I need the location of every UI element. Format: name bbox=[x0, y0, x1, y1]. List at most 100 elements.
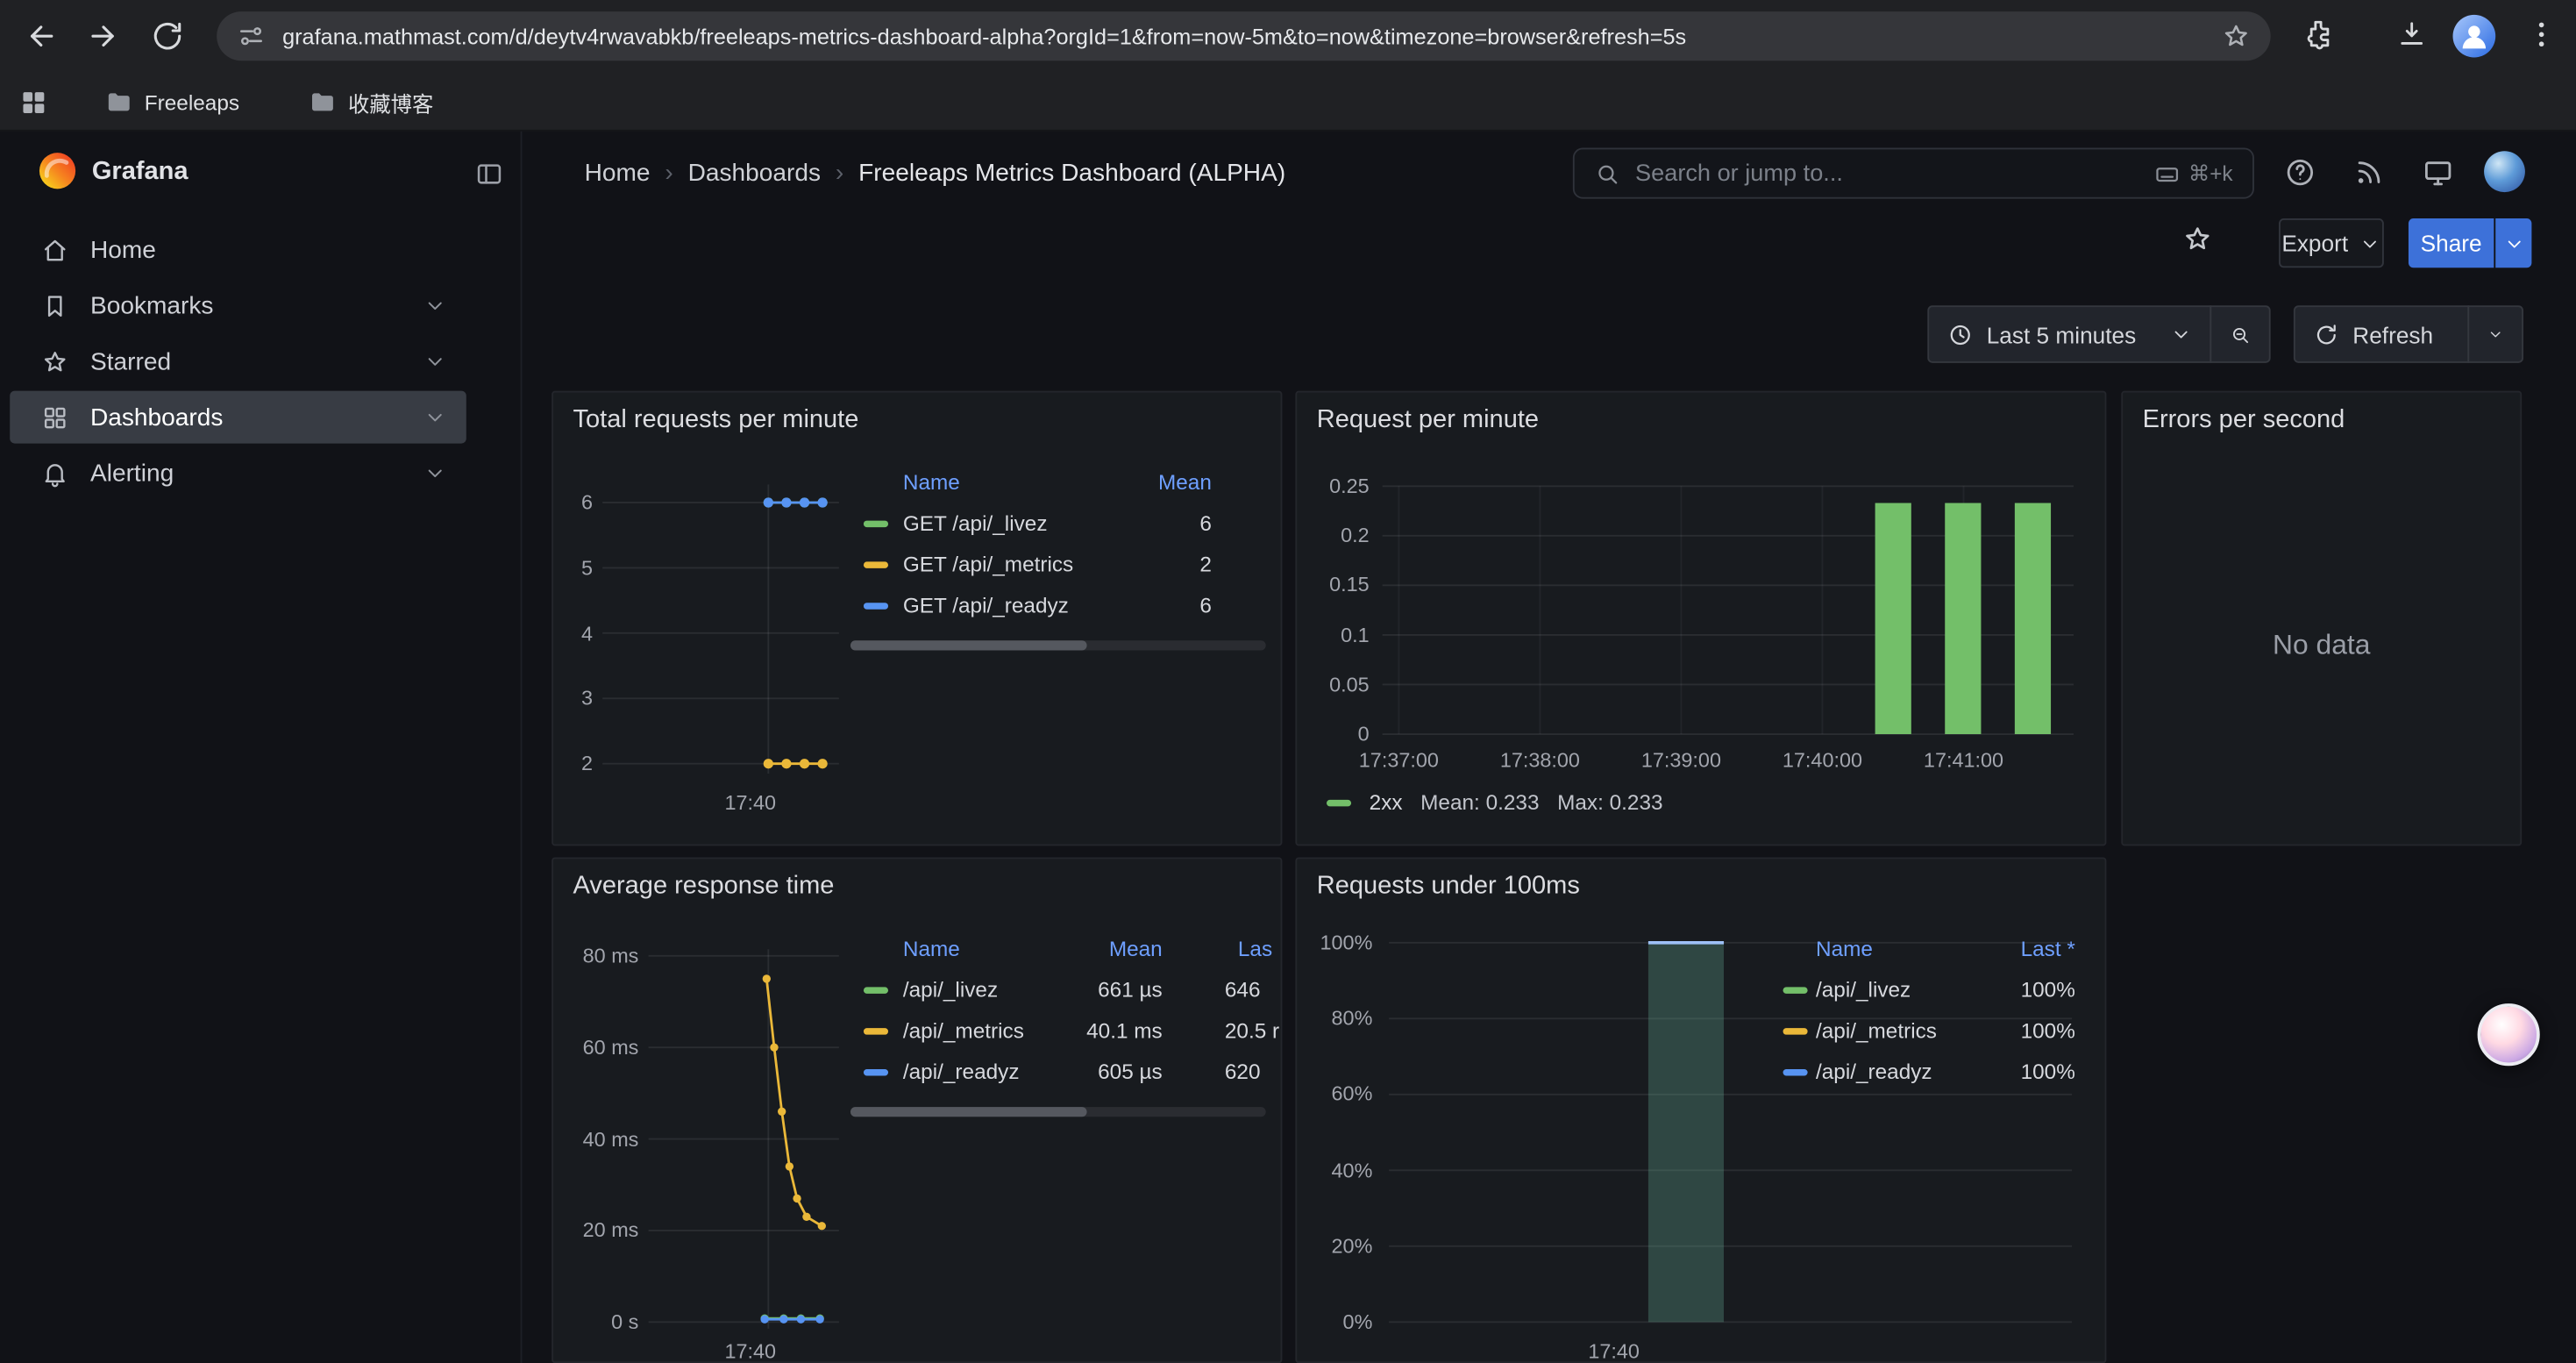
series-color-dash bbox=[1783, 1028, 1808, 1034]
browser-chrome: grafana.mathmast.com/d/deytv4rwavabkb/fr… bbox=[0, 0, 2576, 132]
series-color-dash bbox=[1783, 1069, 1808, 1075]
help-icon[interactable] bbox=[2284, 156, 2316, 189]
panel-errors-per-second: Errors per second No data bbox=[2121, 391, 2522, 846]
scrollbar-thumb[interactable] bbox=[850, 640, 1087, 650]
bookmark-folder-freeleaps[interactable]: Freeleaps bbox=[105, 83, 239, 119]
dashboard-toolbar: Export Share bbox=[522, 213, 2575, 282]
series-color-dash bbox=[864, 1028, 888, 1034]
favorite-star-icon[interactable] bbox=[2182, 224, 2214, 255]
bell-icon bbox=[41, 459, 69, 487]
user-avatar[interactable] bbox=[2484, 151, 2525, 192]
chevron-down-icon[interactable] bbox=[423, 294, 446, 317]
breadcrumb: Home › Dashboards › Freeleaps Metrics Da… bbox=[585, 160, 1286, 188]
legend-table: Name Mean GET /api/_livez 6 GET /api/_me… bbox=[850, 465, 1266, 627]
legend-col-name[interactable]: Name bbox=[1816, 936, 1873, 960]
downloads-icon[interactable] bbox=[2395, 18, 2431, 54]
legend-row[interactable]: /api/_readyz 605 µs 620 bbox=[850, 1053, 1266, 1094]
back-button[interactable] bbox=[23, 18, 59, 54]
site-info-icon[interactable] bbox=[237, 21, 267, 51]
chevron-down-icon bbox=[2170, 324, 2191, 345]
legend-row[interactable]: /api/_metrics 100% bbox=[1783, 1011, 2086, 1053]
panel-title[interactable]: Errors per second bbox=[2143, 406, 2345, 436]
time-range-picker[interactable]: Last 5 minutes bbox=[1927, 305, 2211, 363]
legend-col-mean[interactable]: Mean bbox=[1109, 936, 1163, 960]
legend[interactable]: 2xx Mean: 0.233 Max: 0.233 bbox=[1327, 790, 1663, 815]
bookmark-icon bbox=[41, 291, 69, 319]
folder-icon bbox=[309, 88, 337, 116]
export-button[interactable]: Export bbox=[2279, 218, 2384, 268]
chevron-down-icon[interactable] bbox=[423, 350, 446, 373]
share-button[interactable]: Share bbox=[2409, 218, 2494, 268]
chevron-down-icon[interactable] bbox=[423, 461, 446, 484]
legend-row[interactable]: GET /api/_livez 6 bbox=[850, 504, 1266, 546]
chevron-down-icon[interactable] bbox=[423, 406, 446, 429]
series-max: Max: 0.233 bbox=[1557, 790, 1662, 815]
panel-avg-response-time: Average response time 80 ms60 ms40 ms20 … bbox=[551, 857, 1282, 1363]
keyboard-icon bbox=[2154, 161, 2181, 187]
dashboards-grid-icon bbox=[41, 403, 69, 432]
sidebar-item-starred[interactable]: Starred bbox=[10, 335, 466, 388]
series-color-dash bbox=[864, 987, 888, 993]
breadcrumb-separator: › bbox=[665, 160, 672, 188]
star-icon bbox=[41, 347, 69, 375]
series-color-dash bbox=[1783, 987, 1808, 993]
chevron-down-icon bbox=[2487, 324, 2504, 345]
series-name: 2xx bbox=[1370, 790, 1403, 815]
zoom-out-button[interactable] bbox=[2210, 305, 2270, 363]
sidebar-item-dashboards[interactable]: Dashboards bbox=[10, 391, 466, 444]
legend-scrollbar[interactable] bbox=[850, 640, 1266, 650]
legend-row[interactable]: /api/_livez 100% bbox=[1783, 971, 2086, 1012]
series-color-dash bbox=[864, 1069, 888, 1075]
sidebar-item-home[interactable]: Home bbox=[10, 224, 466, 276]
screen: grafana.mathmast.com/d/deytv4rwavabkb/fr… bbox=[0, 0, 2576, 1363]
legend-col-name[interactable]: Name bbox=[903, 470, 960, 495]
apps-grid-icon[interactable] bbox=[19, 83, 47, 119]
refresh-icon bbox=[2313, 321, 2339, 347]
bookmark-star-icon[interactable] bbox=[2221, 21, 2251, 51]
dock-menu-icon[interactable] bbox=[474, 160, 504, 189]
breadcrumb-home[interactable]: Home bbox=[585, 160, 651, 188]
address-bar[interactable]: grafana.mathmast.com/d/deytv4rwavabkb/fr… bbox=[217, 11, 2270, 61]
refresh-interval-dropdown[interactable] bbox=[2467, 305, 2523, 363]
legend-row[interactable]: GET /api/_readyz 6 bbox=[850, 586, 1266, 627]
legend-scrollbar[interactable] bbox=[850, 1107, 1266, 1117]
search-bar[interactable]: ⌘+k bbox=[1573, 148, 2254, 199]
legend-row[interactable]: GET /api/_metrics 2 bbox=[850, 546, 1266, 587]
breadcrumb-dashboards[interactable]: Dashboards bbox=[688, 160, 821, 188]
search-icon bbox=[1594, 161, 1620, 187]
bookmarks-bar: Freeleaps 收藏博客 bbox=[0, 72, 2576, 131]
sidebar-item-alerting[interactable]: Alerting bbox=[10, 446, 466, 499]
legend-row[interactable]: /api/_readyz 100% bbox=[1783, 1053, 2086, 1094]
browser-menu-icon[interactable] bbox=[2525, 18, 2561, 54]
search-input[interactable] bbox=[1635, 161, 2139, 187]
extensions-icon[interactable] bbox=[2302, 18, 2338, 54]
breadcrumb-separator: › bbox=[836, 160, 843, 188]
browser-profile-avatar[interactable] bbox=[2453, 15, 2496, 58]
panel-requests-under-100ms: Requests under 100ms 100%80%60%40%20%0%1… bbox=[1295, 857, 2106, 1363]
sidebar: Grafana Home Bookmarks Starred bbox=[0, 132, 522, 1363]
url-text: grafana.mathmast.com/d/deytv4rwavabkb/fr… bbox=[282, 24, 2205, 48]
legend-col-last[interactable]: Las bbox=[1238, 936, 1272, 960]
legend-col-last[interactable]: Last * bbox=[2021, 936, 2075, 960]
reload-button[interactable] bbox=[149, 18, 185, 54]
chevron-down-icon bbox=[2503, 232, 2524, 253]
legend-row[interactable]: /api/_livez 661 µs 646 bbox=[850, 971, 1266, 1012]
news-rss-icon[interactable] bbox=[2352, 156, 2385, 189]
legend-row[interactable]: /api/_metrics 40.1 ms 20.5 r bbox=[850, 1011, 1266, 1053]
forward-button[interactable] bbox=[85, 18, 121, 54]
request-per-minute-chart[interactable]: 0.250.20.150.10.05017:37:0017:38:0017:39… bbox=[1297, 393, 2104, 845]
legend-col-name[interactable]: Name bbox=[903, 936, 960, 960]
bookmark-folder-blogs[interactable]: 收藏博客 bbox=[309, 83, 433, 119]
scrollbar-thumb[interactable] bbox=[850, 1107, 1087, 1117]
refresh-button[interactable]: Refresh bbox=[2294, 305, 2469, 363]
folder-icon bbox=[105, 88, 133, 116]
floating-assistant-avatar[interactable] bbox=[2478, 1003, 2540, 1066]
kiosk-monitor-icon[interactable] bbox=[2422, 156, 2454, 189]
legend-col-mean[interactable]: Mean bbox=[1158, 470, 1212, 495]
legend-table: Name Mean Las /api/_livez 661 µs 646 /ap… bbox=[850, 931, 1266, 1094]
clock-icon bbox=[1947, 321, 1974, 347]
sidebar-item-bookmarks[interactable]: Bookmarks bbox=[10, 279, 466, 332]
grafana-logo[interactable] bbox=[36, 149, 79, 192]
share-dropdown-button[interactable] bbox=[2495, 218, 2531, 268]
series-color-dash bbox=[864, 603, 888, 609]
